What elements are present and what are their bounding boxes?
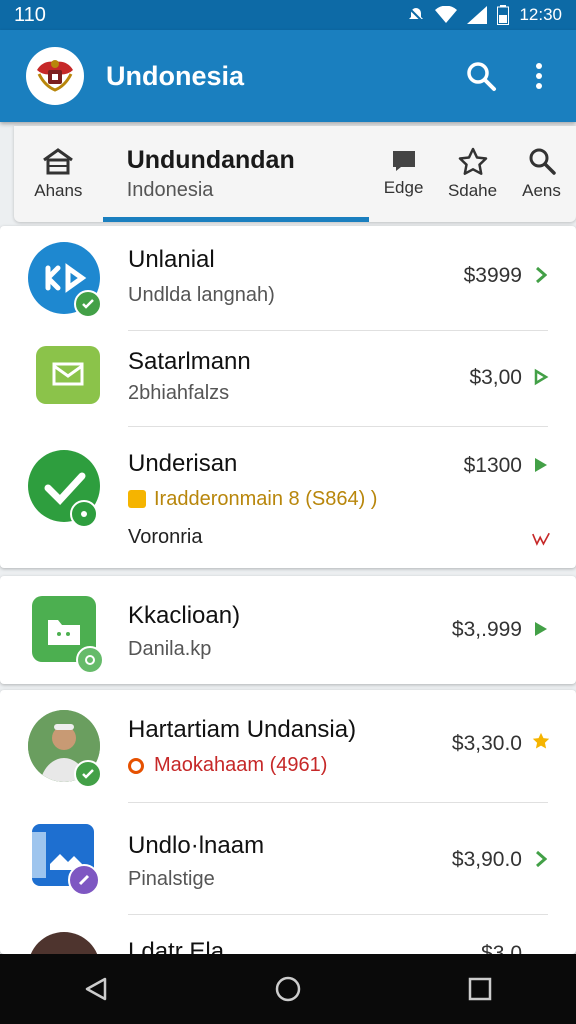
home-circle-icon xyxy=(275,976,301,1002)
search-icon xyxy=(467,62,496,91)
wifi-icon xyxy=(435,6,458,23)
item-subtitle: Maokahaam (4961) xyxy=(154,754,328,776)
star-icon xyxy=(532,732,550,750)
play-arrow-icon xyxy=(532,620,550,638)
list-item[interactable]: Unlanial Undlda langnah) $3999 xyxy=(0,226,576,330)
item-subtitle: Iradderonmain 8 (S864) ) xyxy=(154,488,378,510)
item-price: $3,.999 xyxy=(451,618,522,641)
tab-main-title: Undundandan xyxy=(126,146,295,174)
battery-icon xyxy=(497,5,510,25)
item-price: $3999 xyxy=(463,264,522,287)
more-vert-icon xyxy=(536,63,542,89)
play-arrow-icon xyxy=(532,456,550,474)
recents-icon xyxy=(468,977,492,1001)
list-card: Hartartiam Undansia) Maokahaam (4961) $3… xyxy=(0,690,576,954)
verified-badge-icon xyxy=(74,760,102,788)
chevron-right-icon xyxy=(532,266,550,284)
tab-share[interactable]: Sdahe xyxy=(438,126,507,222)
search-button[interactable] xyxy=(458,53,504,99)
message-icon xyxy=(392,151,415,171)
item-title: Hartartiam Undansia) xyxy=(128,716,357,743)
status-icons: 12:30 xyxy=(407,5,562,25)
tab-edge-label: Edge xyxy=(383,178,424,197)
item-title: Satarlmann xyxy=(128,348,251,375)
garuda-emblem-icon xyxy=(30,51,80,101)
signal-icon xyxy=(467,6,488,24)
item-price: $1300 xyxy=(463,454,522,477)
tab-undundandan[interactable]: Undundandan Indonesia xyxy=(102,126,370,222)
item-price: $3,30.0 xyxy=(451,732,522,755)
trend-icon xyxy=(532,530,550,548)
status-ring-icon xyxy=(532,368,550,386)
item-price: $3,0 xyxy=(481,942,522,954)
app-logo xyxy=(26,47,84,105)
user-avatar xyxy=(28,932,100,954)
status-bar: 110 12:30 xyxy=(0,0,576,30)
item-extra: Voronria xyxy=(128,526,203,548)
tab-home-label: Ahans xyxy=(34,181,83,200)
tab-bar: Ahans Undundandan Indonesia Edge Sdahe A… xyxy=(14,126,576,222)
tab-edge[interactable]: Edge xyxy=(369,126,438,222)
chevron-right-icon xyxy=(532,850,550,868)
list-item[interactable]: Undlo·lnaam Pinalstige $3,90.0 xyxy=(0,802,576,914)
app-icon xyxy=(36,346,100,404)
search-icon xyxy=(529,148,556,175)
warning-icon xyxy=(128,490,146,508)
tab-main-subtitle: Indonesia xyxy=(126,179,214,201)
back-icon xyxy=(85,977,107,1001)
location-icon xyxy=(128,758,144,774)
list-card: Kkaclioan) Danila.kp $3,.999 xyxy=(0,576,576,684)
item-title: Undlo·lnaam xyxy=(128,832,265,859)
list-item[interactable]: Underisan Iradderonmain 8 (S864) ) Voron… xyxy=(0,426,576,568)
list-card: Unlanial Undlda langnah) $3999 Satarlman… xyxy=(0,226,576,568)
home-icon xyxy=(43,148,74,175)
tab-search[interactable]: Aens xyxy=(507,126,576,222)
verified-badge-icon xyxy=(74,290,102,318)
list-item[interactable]: Ldatr Ela $3,0 xyxy=(0,914,576,954)
status-time-left: 110 xyxy=(14,3,46,26)
list-item[interactable]: Satarlmann 2bhiahfalzs $3,00 xyxy=(0,330,576,426)
item-price: $3,90.0 xyxy=(451,848,522,871)
app-title: Undonesia xyxy=(106,60,245,91)
item-title: Unlanial xyxy=(128,246,215,273)
list-item[interactable]: Kkaclioan) Danila.kp $3,.999 xyxy=(0,576,576,684)
back-button[interactable] xyxy=(66,959,126,1019)
item-price: $3,00 xyxy=(469,366,522,389)
overflow-menu-button[interactable] xyxy=(516,53,562,99)
status-dot-icon xyxy=(70,500,98,528)
item-subtitle: Undlda langnah) xyxy=(128,284,275,306)
tab-home[interactable]: Ahans xyxy=(14,126,103,222)
item-subtitle: 2bhiahfalzs xyxy=(128,382,230,404)
app-bar: Undonesia xyxy=(0,30,576,122)
item-title: Ldatr Ela xyxy=(128,938,225,954)
mail-icon xyxy=(52,362,84,386)
home-button[interactable] xyxy=(258,959,318,1019)
tab-search-label: Aens xyxy=(522,181,561,200)
list-item[interactable]: Hartartiam Undansia) Maokahaam (4961) $3… xyxy=(0,690,576,802)
star-icon xyxy=(458,147,487,175)
system-nav-bar xyxy=(0,954,576,1024)
sync-badge-icon xyxy=(76,646,104,674)
item-title: Kkaclioan) xyxy=(128,602,241,629)
recents-button[interactable] xyxy=(450,959,510,1019)
item-subtitle: Danila.kp xyxy=(128,638,212,660)
tab-share-label: Sdahe xyxy=(447,181,498,200)
item-title: Underisan xyxy=(128,450,238,477)
purple-badge-icon xyxy=(68,864,100,896)
no-notification-icon xyxy=(408,7,425,23)
item-subtitle: Pinalstige xyxy=(128,868,215,890)
status-time-right: 12:30 xyxy=(519,5,562,24)
